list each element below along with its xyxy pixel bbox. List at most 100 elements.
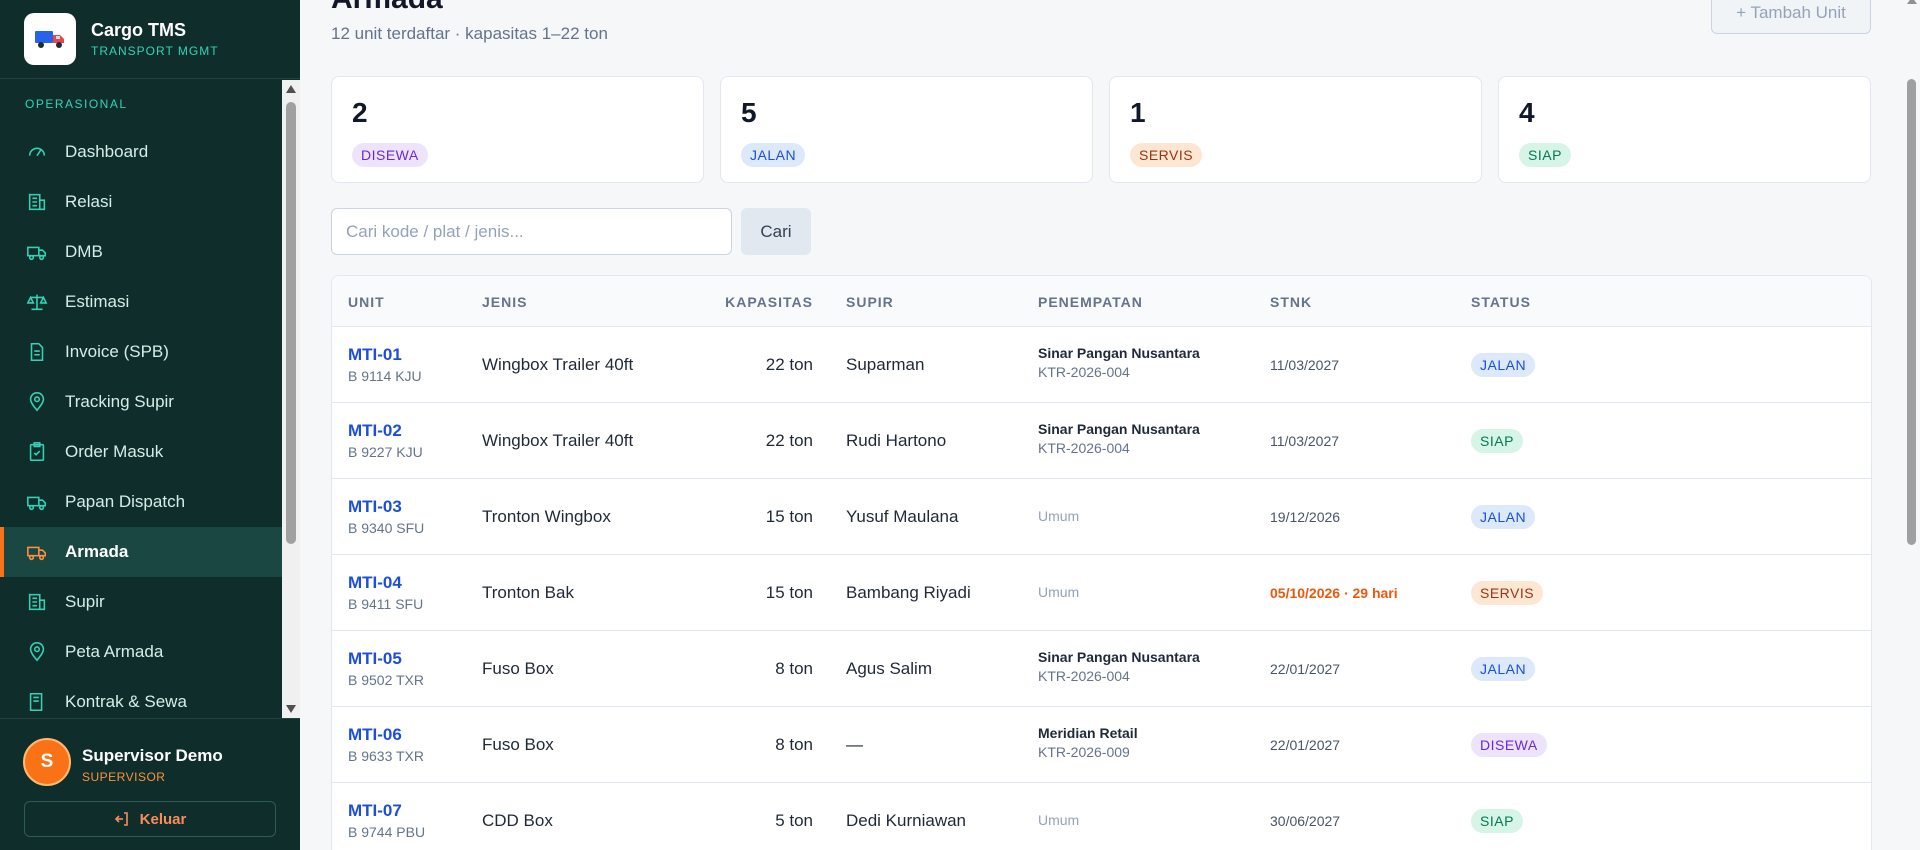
scroll-up-arrow-icon[interactable]	[286, 85, 296, 93]
placement-name: Umum	[1038, 812, 1080, 828]
unit-code-link[interactable]: MTI-02	[348, 421, 423, 441]
unit-plate: B 9411 SFU	[348, 596, 424, 612]
sidebar-item-label: Invoice (SPB)	[65, 342, 169, 361]
stat-card-jalan[interactable]: 5 JALAN	[720, 76, 1093, 183]
truck-logo-icon	[24, 13, 76, 65]
unit-code-link[interactable]: MTI-05	[348, 649, 424, 669]
logout-label: Keluar	[139, 810, 187, 828]
stat-value: 2	[352, 97, 368, 128]
sidebar-scrollbar[interactable]	[282, 80, 300, 718]
sidebar-item-dmb[interactable]: DMB	[0, 227, 282, 277]
map-pin-icon	[25, 640, 49, 664]
sidebar-item-kontrak-sewa[interactable]: Kontrak & Sewa	[0, 677, 282, 718]
search-button[interactable]: Cari	[741, 208, 811, 255]
clipboard-icon	[25, 440, 49, 464]
unit-code-link[interactable]: MTI-06	[348, 725, 424, 745]
unit-code-link[interactable]: MTI-01	[348, 345, 422, 365]
sidebar-item-peta-armada[interactable]: Peta Armada	[0, 627, 282, 677]
unit-driver: Dedi Kurniawan	[846, 811, 967, 830]
table-row[interactable]: MTI-01 B 9114 KJU Wingbox Trailer 40ft 22 t…	[332, 327, 1871, 403]
sidebar-item-papan-dispatch[interactable]: Papan Dispatch	[0, 477, 282, 527]
unit-driver: Rudi Hartono	[846, 431, 947, 450]
sidebar-item-order-masuk[interactable]: Order Masuk	[0, 427, 282, 477]
unit-code-link[interactable]: MTI-04	[348, 573, 423, 593]
table-row[interactable]: MTI-05 B 9502 TXR Fuso Box 8 ton Agus Salim S…	[332, 631, 1871, 707]
placement-name: Umum	[1038, 584, 1080, 600]
map-pin-icon	[25, 390, 49, 414]
unit-plate: B 9340 SFU	[348, 520, 425, 536]
col-kapasitas[interactable]: KAPASITAS	[713, 294, 813, 310]
col-status[interactable]: STATUS	[1471, 294, 1531, 310]
status-badge: DISEWA	[352, 143, 428, 167]
status-badge: DISEWA	[1471, 733, 1547, 757]
truck-icon	[25, 540, 49, 564]
unit-plate: B 9633 TXR	[348, 748, 425, 764]
sidebar-item-supir[interactable]: Supir	[0, 577, 282, 627]
search-input[interactable]	[331, 208, 732, 255]
col-supir[interactable]: SUPIR	[846, 294, 894, 310]
unit-driver: Suparman	[846, 355, 925, 374]
table-row[interactable]: MTI-02 B 9227 KJU Wingbox Trailer 40ft 22 t…	[332, 403, 1871, 479]
unit-plate: B 9114 KJU	[348, 368, 422, 384]
status-badge: JALAN	[1471, 505, 1536, 529]
placement-contract: KTR-2026-009	[1038, 744, 1130, 760]
scroll-down-arrow-icon[interactable]	[286, 705, 296, 713]
scroll-up-arrow-icon[interactable]	[1907, 0, 1917, 4]
user-panel: S Supervisor Demo SUPERVISOR Keluar	[0, 718, 300, 850]
add-unit-button[interactable]: + Tambah Unit	[1711, 0, 1871, 34]
page-subtitle: 12 unit terdaftar · kapasitas 1–22 ton	[331, 24, 608, 43]
unit-plate: B 9502 TXR	[348, 672, 425, 688]
table-header: UNIT JENIS KAPASITAS SUPIR PENEMPATAN ST…	[332, 276, 1871, 327]
stat-card-disewa[interactable]: 2 DISEWA	[331, 76, 704, 183]
unit-driver: Agus Salim	[846, 659, 932, 678]
sidebar-item-label: Estimasi	[65, 292, 130, 311]
unit-capacity: 5 ton	[775, 811, 813, 830]
stat-card-servis[interactable]: 1 SERVIS	[1109, 76, 1482, 183]
status-badge: JALAN	[1471, 353, 1536, 377]
truck-icon	[25, 240, 49, 264]
logout-button[interactable]: Keluar	[24, 801, 276, 837]
sidebar-item-label: Supir	[65, 592, 105, 611]
sidebar-item-armada[interactable]: Armada	[0, 527, 282, 577]
brand: Cargo TMS TRANSPORT MGMT	[0, 0, 300, 79]
unit-plate: B 9227 KJU	[348, 444, 423, 460]
sidebar-item-dashboard[interactable]: Dashboard	[0, 127, 282, 177]
sidebar: Cargo TMS TRANSPORT MGMT OPERASIONAL Das…	[0, 0, 300, 850]
table-row[interactable]: MTI-07 B 9744 PBU CDD Box 5 ton Dedi Kurniaw…	[332, 783, 1871, 850]
col-jenis[interactable]: JENIS	[482, 294, 527, 310]
stat-card-siap[interactable]: 4 SIAP	[1498, 76, 1871, 183]
unit-code-link[interactable]: MTI-03	[348, 497, 424, 517]
col-unit[interactable]: UNIT	[348, 294, 385, 310]
scrollbar-thumb[interactable]	[286, 102, 296, 544]
stat-value: 4	[1519, 97, 1535, 128]
col-stnk[interactable]: STNK	[1270, 294, 1312, 310]
stat-value: 1	[1130, 97, 1146, 128]
unit-capacity: 22 ton	[765, 355, 813, 374]
sidebar-item-relasi[interactable]: Relasi	[0, 177, 282, 227]
logout-icon	[114, 811, 130, 827]
gauge-icon	[25, 140, 49, 164]
page-scrollbar[interactable]	[1902, 0, 1920, 850]
status-badge: SIAP	[1471, 809, 1523, 833]
unit-capacity: 8 ton	[775, 659, 813, 678]
stat-value: 5	[741, 97, 757, 128]
placement-name: Sinar Pangan Nusantara	[1038, 649, 1200, 665]
scrollbar-thumb[interactable]	[1907, 79, 1916, 545]
unit-plate: B 9744 PBU	[348, 824, 426, 840]
placement-contract: KTR-2026-004	[1038, 668, 1130, 684]
sidebar-nav: OPERASIONAL Dashboard Relasi DMB Estimasi In…	[0, 80, 282, 718]
table-row[interactable]: MTI-04 B 9411 SFU Tronton Bak 15 ton Bambang…	[332, 555, 1871, 631]
table-row[interactable]: MTI-03 B 9340 SFU Tronton Wingbox 15 ton Yus…	[332, 479, 1871, 555]
col-penempatan[interactable]: PENEMPATAN	[1038, 294, 1143, 310]
status-badge: SIAP	[1471, 429, 1523, 453]
unit-driver: Yusuf Maulana	[846, 507, 959, 526]
unit-code-link[interactable]: MTI-07	[348, 801, 425, 821]
sidebar-item-tracking-supir[interactable]: Tracking Supir	[0, 377, 282, 427]
unit-capacity: 22 ton	[765, 431, 813, 450]
sidebar-item-invoice-spb[interactable]: Invoice (SPB)	[0, 327, 282, 377]
placement-name: Sinar Pangan Nusantara	[1038, 421, 1200, 437]
status-badge: SERVIS	[1130, 143, 1203, 167]
sidebar-item-estimasi[interactable]: Estimasi	[0, 277, 282, 327]
table-row[interactable]: MTI-06 B 9633 TXR Fuso Box 8 ton — Meridian R…	[332, 707, 1871, 783]
unit-type: CDD Box	[482, 811, 553, 830]
